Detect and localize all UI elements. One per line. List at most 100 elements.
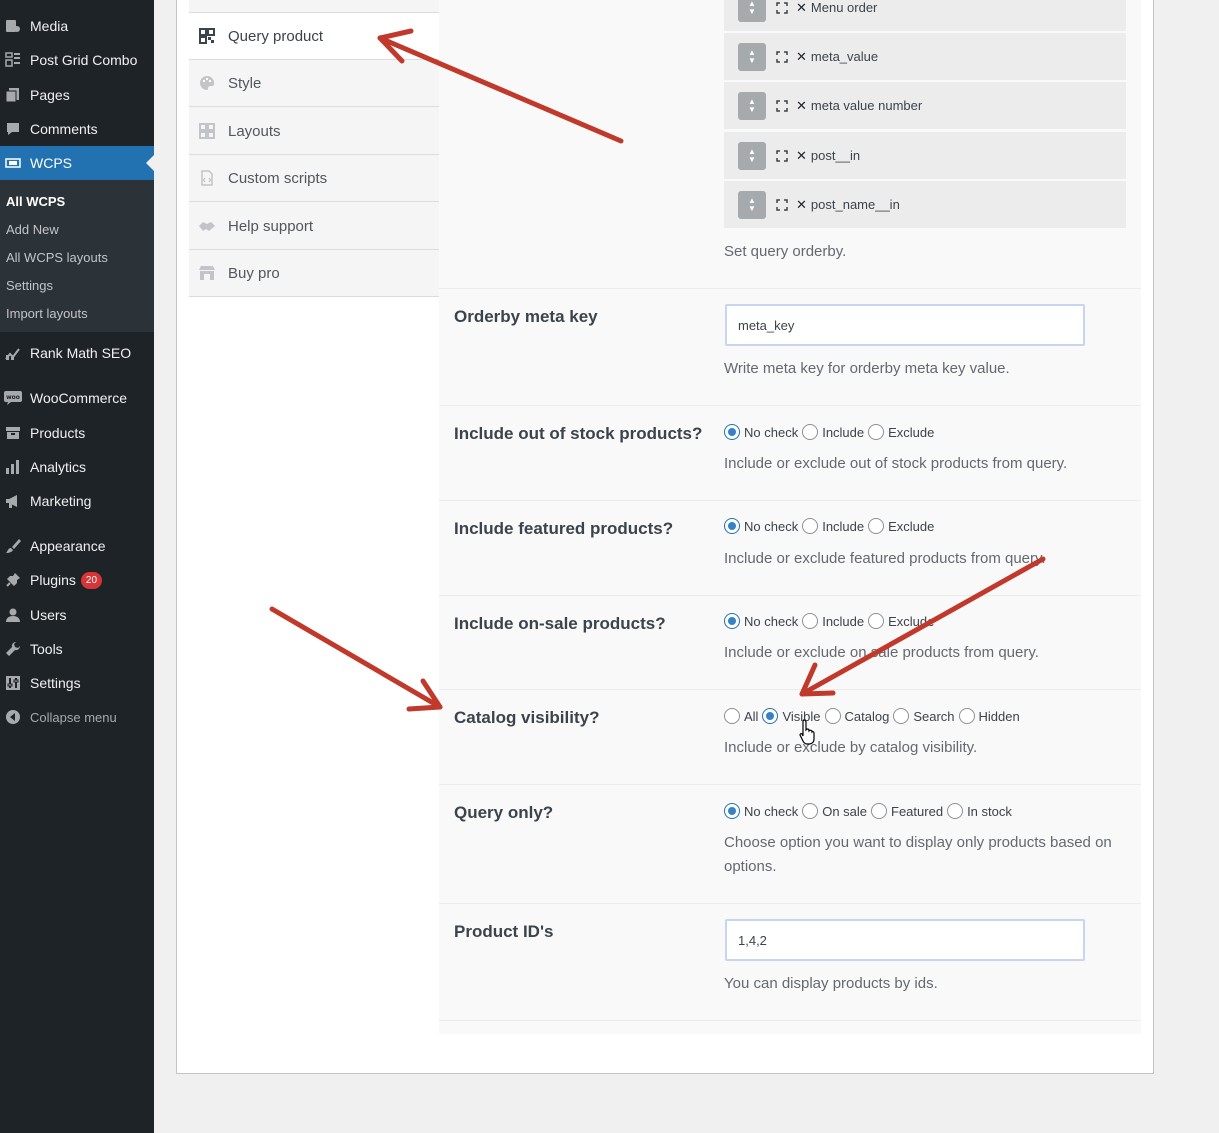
on-sale-description: Include or exclude on sale products from… (724, 644, 1039, 661)
menu-item-label: Media (30, 18, 69, 34)
orderby-item-post-in[interactable]: ▲ ▼ ✕ post__in (724, 132, 1126, 180)
remove-icon[interactable]: ✕ (796, 98, 807, 114)
menu-item-post-grid-combo[interactable]: Post Grid Combo (0, 43, 154, 77)
menu-item-users[interactable]: Users (0, 598, 154, 632)
radio-no-check[interactable]: No check (724, 803, 798, 819)
menu-item-pages[interactable]: Pages (0, 78, 154, 112)
radio-featured[interactable]: Featured (871, 803, 943, 819)
layout-grid-icon (198, 122, 216, 140)
menu-item-rank-math-seo[interactable]: Rank Math SEO (0, 336, 154, 370)
radio-icon[interactable] (824, 708, 841, 724)
radio-icon[interactable] (802, 613, 819, 629)
radio-checked-icon[interactable] (724, 518, 740, 534)
tab-style[interactable]: Style (189, 60, 439, 107)
menu-item-media[interactable]: Media (0, 9, 154, 43)
expand-icon[interactable] (775, 99, 789, 113)
submenu-all-wcps-layouts[interactable]: All WCPS layouts (6, 250, 108, 265)
radio-checked-icon[interactable] (724, 424, 740, 440)
submenu-all-wcps[interactable]: All WCPS (6, 194, 65, 209)
remove-icon[interactable]: ✕ (796, 148, 807, 164)
meta-key-label: Orderby meta key (454, 307, 598, 326)
radio-icon[interactable] (947, 803, 964, 819)
hand-pointer-icon (799, 719, 815, 745)
grid-icon (3, 50, 23, 70)
expand-icon[interactable] (775, 198, 789, 212)
menu-item-tools[interactable]: Tools (0, 632, 154, 666)
menu-item-settings[interactable]: Settings (0, 666, 154, 700)
sort-handle-icon[interactable]: ▲ ▼ (738, 190, 766, 219)
tab-help-support[interactable]: Help support (189, 203, 439, 250)
radio-include[interactable]: Include (802, 518, 864, 534)
product-ids-input[interactable] (725, 919, 1085, 961)
remove-icon[interactable]: ✕ (796, 197, 807, 213)
remove-icon[interactable]: ✕ (796, 0, 807, 16)
menu-item-wcps[interactable]: WCPS (0, 146, 154, 180)
radio-icon[interactable] (868, 613, 885, 629)
expand-icon[interactable] (775, 1, 789, 15)
radio-icon[interactable] (958, 708, 975, 724)
radio-search[interactable]: Search (893, 708, 955, 724)
submenu-settings[interactable]: Settings (6, 278, 53, 293)
radio-hidden[interactable]: Hidden (958, 708, 1020, 724)
sort-handle-icon[interactable]: ▲ ▼ (738, 141, 766, 170)
qr-grid-icon (198, 27, 216, 45)
tab-query-product[interactable]: Query product (189, 13, 439, 60)
orderby-item-meta-value-number[interactable]: ▲ ▼ ✕ meta value number (724, 82, 1126, 130)
tab-custom-scripts[interactable]: Custom scripts (189, 155, 439, 202)
radio-include[interactable]: Include (802, 424, 864, 440)
radio-no-check[interactable]: No check (724, 518, 798, 534)
radio-all[interactable]: All (724, 708, 758, 724)
radio-checked-icon[interactable] (724, 613, 740, 629)
menu-item-products[interactable]: Products (0, 416, 154, 450)
featured-label: Include featured products? (454, 519, 674, 538)
orderby-label: meta_value (810, 49, 879, 64)
orderby-item-meta-value[interactable]: ▲ ▼ ✕ meta_value (724, 33, 1126, 81)
megaphone-icon (3, 491, 23, 511)
radio-include[interactable]: Include (802, 613, 864, 629)
meta-key-input[interactable] (725, 304, 1085, 346)
tab-buy-pro[interactable]: Buy pro (189, 250, 439, 297)
sort-handle-icon[interactable]: ▲ ▼ (738, 91, 766, 120)
sort-handle-icon[interactable]: ▲ ▼ (738, 42, 766, 71)
radio-no-check[interactable]: No check (724, 613, 798, 629)
product-ids-description: You can display products by ids. (724, 975, 938, 992)
radio-on-sale[interactable]: On sale (802, 803, 867, 819)
orderby-item-menu-order[interactable]: ▲ ▼ ✕ Menu order (724, 0, 1126, 32)
remove-icon[interactable]: ✕ (796, 49, 807, 65)
menu-item-comments[interactable]: Comments (0, 112, 154, 146)
radio-catalog[interactable]: Catalog (824, 708, 889, 724)
radio-exclude[interactable]: Exclude (868, 424, 934, 440)
submenu-add-new[interactable]: Add New (6, 222, 59, 237)
radio-checked-icon[interactable] (762, 708, 779, 724)
radio-icon[interactable] (724, 708, 740, 724)
tab-layouts[interactable]: Layouts (189, 108, 439, 155)
menu-item-plugins[interactable]: Plugins 20 (0, 563, 154, 597)
sort-handle-icon[interactable]: ▲ ▼ (738, 0, 766, 22)
expand-icon[interactable] (775, 149, 789, 163)
settings-tabs: Query product Style Layouts Custom scrip… (189, 0, 439, 297)
collapse-menu-button[interactable]: Collapse menu (0, 700, 154, 734)
radio-exclude[interactable]: Exclude (868, 613, 934, 629)
radio-icon[interactable] (868, 518, 885, 534)
radio-icon[interactable] (802, 518, 819, 534)
menu-item-woocommerce[interactable]: woo WooCommerce (0, 381, 154, 415)
orderby-item-post-name-in[interactable]: ▲ ▼ ✕ post_name__in (724, 181, 1126, 229)
radio-exclude[interactable]: Exclude (868, 518, 934, 534)
menu-item-analytics[interactable]: Analytics (0, 450, 154, 484)
row-divider (439, 595, 1141, 596)
submenu-import-layouts[interactable]: Import layouts (6, 306, 88, 321)
expand-icon[interactable] (775, 50, 789, 64)
radio-icon[interactable] (802, 424, 819, 440)
radio-icon[interactable] (871, 803, 888, 819)
menu-item-appearance[interactable]: Appearance (0, 529, 154, 563)
radio-icon[interactable] (893, 708, 910, 724)
radio-icon[interactable] (802, 803, 819, 819)
radio-in-stock[interactable]: In stock (947, 803, 1012, 819)
radio-no-check[interactable]: No check (724, 424, 798, 440)
radio-checked-icon[interactable] (724, 803, 740, 819)
radio-icon[interactable] (868, 424, 885, 440)
slider-icon (3, 153, 23, 173)
menu-item-marketing[interactable]: Marketing (0, 484, 154, 518)
store-icon (198, 264, 216, 282)
menu-item-label: Tools (30, 641, 63, 657)
